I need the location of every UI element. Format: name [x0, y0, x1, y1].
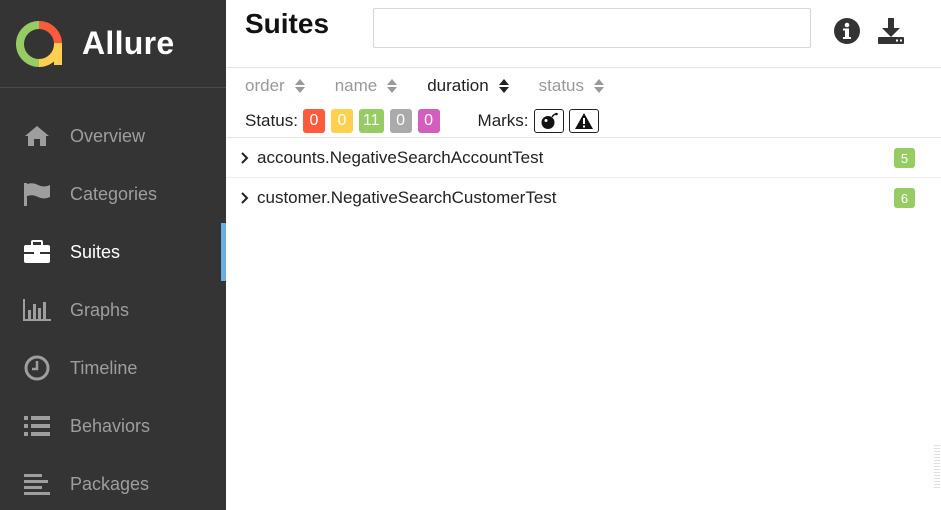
- chevron-right-icon: [240, 151, 252, 165]
- status-filter-label: Status:: [245, 110, 298, 130]
- sidebar-item-overview[interactable]: Overview: [0, 107, 226, 165]
- sort-name[interactable]: name: [335, 76, 398, 96]
- bar-chart-icon: [22, 297, 52, 323]
- passed-count-badge: 5: [894, 148, 915, 168]
- sidebar-item-timeline[interactable]: Timeline: [0, 339, 226, 397]
- tree-row[interactable]: customer.NegativeSearchCustomerTest 6: [226, 178, 941, 218]
- sort-arrows-icon: [498, 78, 509, 94]
- sort-arrows-icon: [387, 78, 398, 94]
- sidebar-item-graphs[interactable]: Graphs: [0, 281, 226, 339]
- sidebar-item-label: Timeline: [70, 357, 138, 378]
- align-left-icon: [22, 471, 52, 497]
- flag-icon: [22, 181, 52, 207]
- status-badge-passed[interactable]: 11: [358, 108, 384, 133]
- sidebar-nav: Overview Categories Suites Graphs Timeli…: [0, 107, 226, 510]
- suite-name: accounts.NegativeSearchAccountTest: [257, 147, 544, 167]
- sidebar-item-label: Behaviors: [70, 415, 151, 436]
- sidebar-item-behaviors[interactable]: Behaviors: [0, 397, 226, 455]
- sidebar-item-suites[interactable]: Suites: [0, 223, 226, 281]
- app-name: Allure: [82, 25, 175, 61]
- marks-filter-label: Marks:: [477, 110, 529, 130]
- passed-count-badge: 6: [894, 188, 915, 208]
- sidebar: Allure Overview Categories Suites Graphs: [0, 0, 226, 510]
- flaky-bomb-icon[interactable]: [533, 108, 564, 133]
- briefcase-icon: [22, 239, 52, 265]
- sort-label: status: [538, 76, 585, 95]
- sidebar-item-label: Categories: [70, 183, 158, 204]
- resize-handle[interactable]: [934, 445, 940, 490]
- sort-label: name: [334, 76, 378, 95]
- sidebar-item-label: Overview: [70, 125, 146, 146]
- status-badge-broken[interactable]: 0: [330, 108, 353, 133]
- sort-arrows-icon: [294, 78, 305, 94]
- search-input[interactable]: [373, 8, 811, 48]
- clock-icon: [22, 355, 52, 381]
- filter-bar: Status: 0 0 11 0 0 Marks:: [226, 104, 941, 138]
- list-icon: [22, 413, 52, 439]
- status-badge-skipped[interactable]: 0: [389, 108, 412, 133]
- home-icon: [22, 123, 52, 149]
- warning-icon[interactable]: [568, 108, 599, 133]
- tree-row[interactable]: accounts.NegativeSearchAccountTest 5: [226, 138, 941, 178]
- sort-arrows-icon: [594, 78, 605, 94]
- sort-duration[interactable]: duration: [427, 76, 509, 96]
- info-icon[interactable]: [832, 16, 862, 46]
- sort-label: duration: [427, 76, 489, 95]
- sort-status[interactable]: status: [538, 76, 605, 96]
- header: Suites: [226, 0, 941, 68]
- sort-label: order: [245, 76, 285, 95]
- sidebar-item-label: Graphs: [70, 299, 130, 320]
- allure-logo-icon: [16, 20, 62, 67]
- sort-bar: order name duration status: [226, 68, 941, 104]
- sort-order[interactable]: order: [245, 76, 305, 96]
- page-title: Suites: [245, 8, 330, 39]
- download-icon[interactable]: [876, 16, 906, 46]
- sidebar-item-label: Suites: [70, 241, 121, 262]
- sidebar-item-packages[interactable]: Packages: [0, 455, 226, 510]
- main-panel: Suites order name duration status Status…: [226, 0, 941, 510]
- status-badge-failed[interactable]: 0: [302, 108, 325, 133]
- sidebar-item-label: Packages: [70, 473, 150, 494]
- suites-tree: accounts.NegativeSearchAccountTest 5 cus…: [226, 138, 941, 218]
- brand[interactable]: Allure: [0, 0, 226, 88]
- chevron-right-icon: [240, 191, 252, 205]
- status-badge-unknown[interactable]: 0: [417, 108, 440, 133]
- sidebar-item-categories[interactable]: Categories: [0, 165, 226, 223]
- suite-name: customer.NegativeSearchCustomerTest: [257, 188, 557, 207]
